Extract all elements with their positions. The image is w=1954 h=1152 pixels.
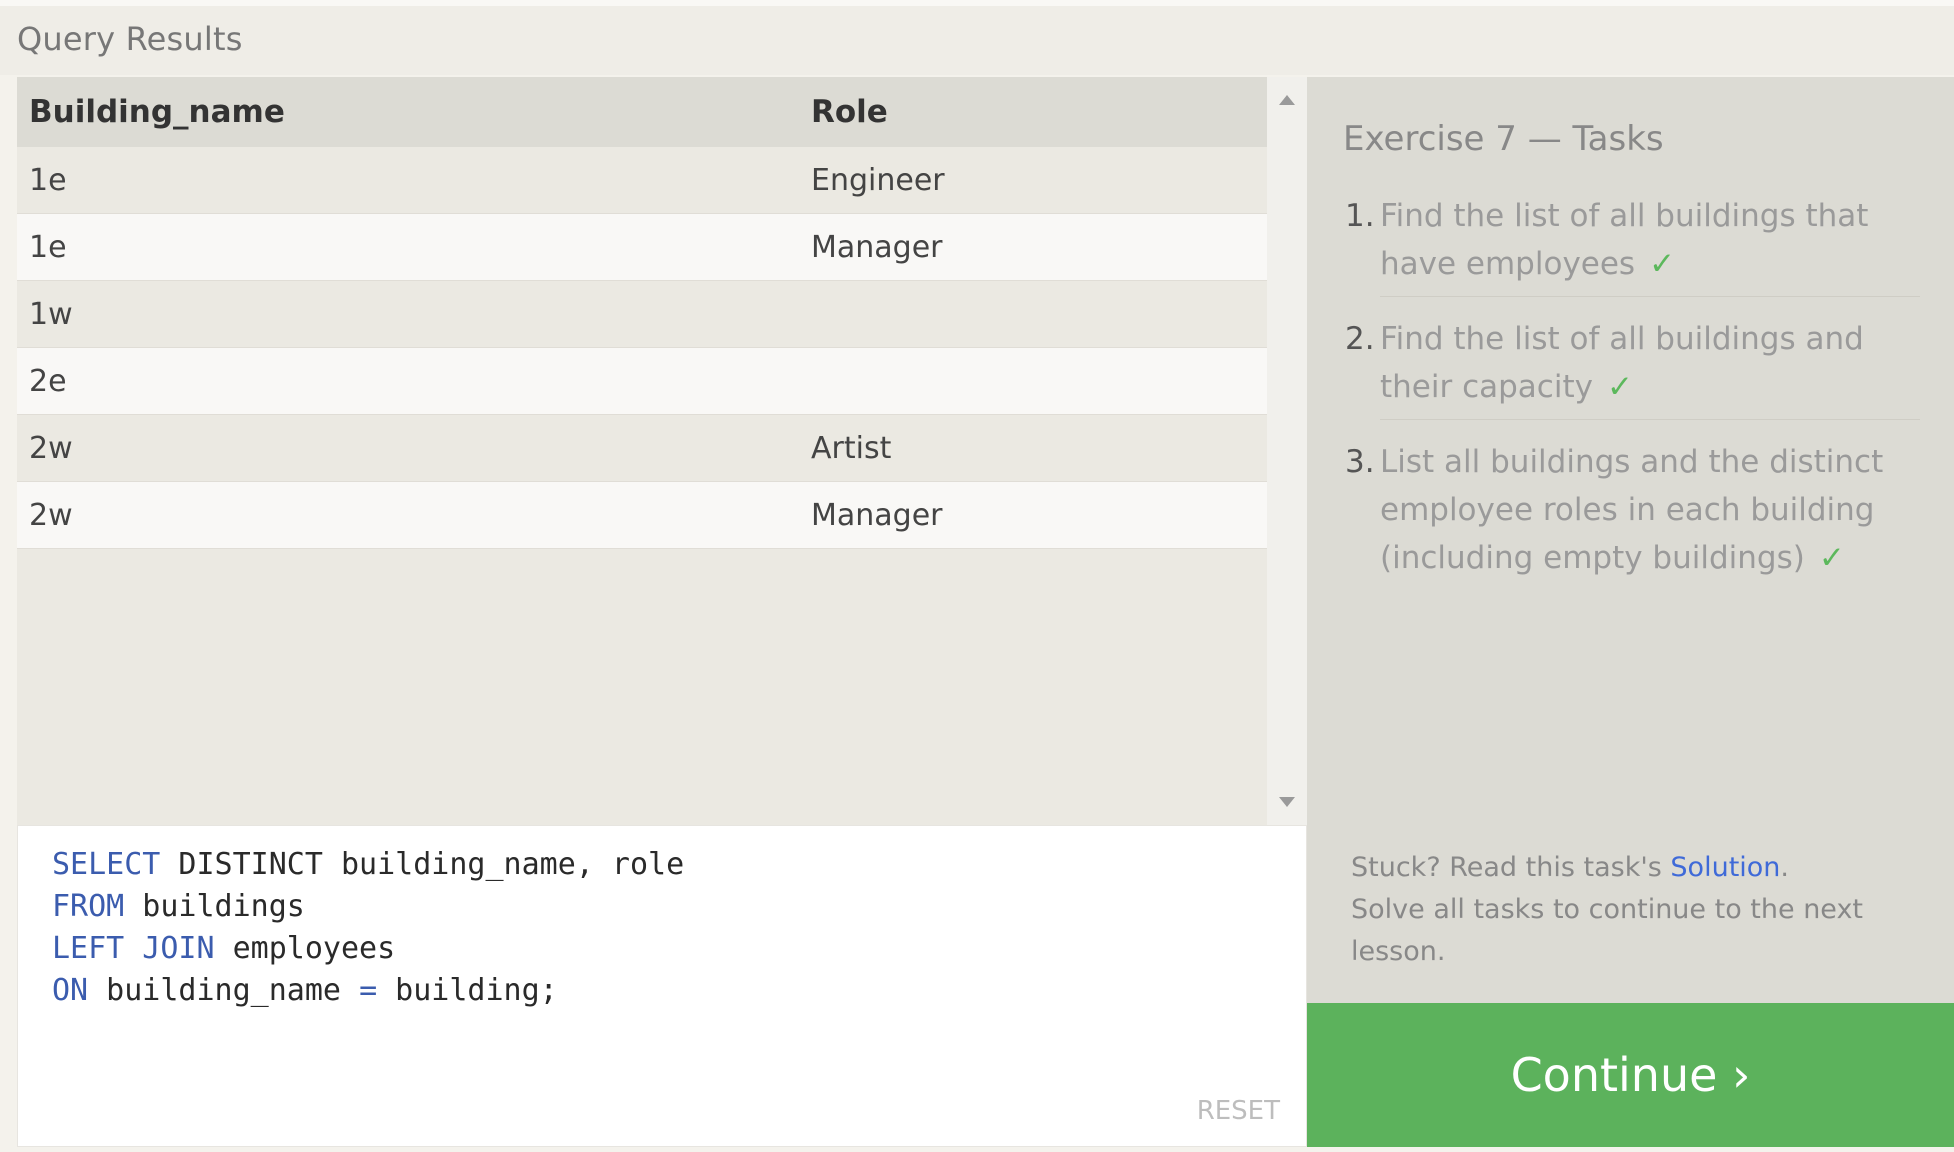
table-row: 2w Manager [17,482,1267,549]
cell-building-name: 2e [29,363,67,399]
task-text: List all buildings and the distinct empl… [1380,444,1884,576]
task-item: 3. List all buildings and the distinct e… [1345,438,1920,598]
cell-building-name: 2w [29,430,73,466]
checkmark-icon: ✓ [1649,246,1676,282]
reset-button[interactable]: RESET [1197,1096,1280,1126]
continue-button[interactable]: Continue › [1307,1003,1954,1147]
sql-text: DISTINCT building_name, role [160,847,685,882]
help-line-2: Solve all tasks to continue to the next … [1351,894,1864,967]
page-header: Query Results [0,0,1954,75]
code-line: ON building_name = building; [52,970,684,1012]
cell-role: Artist [811,430,892,466]
cell-role: Manager [811,229,943,265]
table-row: 1e Manager [17,214,1267,281]
sql-keyword: SELECT [52,847,161,882]
sql-text: buildings [124,889,305,924]
stuck-prefix: Stuck? Read this task's [1351,852,1671,883]
cell-role: Engineer [811,162,945,198]
cell-role: Manager [811,497,943,533]
task-text: Find the list of all buildings and their… [1380,315,1920,420]
cell-building-name: 1e [29,162,67,198]
sql-keyword: LEFT JOIN [52,931,215,966]
cell-building-name: 1e [29,229,67,265]
sql-text: building; [377,973,558,1008]
stuck-suffix: . [1780,852,1790,883]
task-number: 3. [1345,444,1375,480]
scroll-down-arrow-icon[interactable] [1267,787,1307,817]
task-number: 2. [1345,321,1375,357]
column-header-role: Role [811,94,888,130]
sql-keyword: FROM [52,889,125,924]
column-header-building-name: Building_name [29,94,285,130]
results-scrollbar[interactable] [1267,77,1307,825]
sql-editor[interactable]: SELECT DISTINCT building_name, role FROM … [17,825,1307,1147]
task-text: Find the list of all buildings that have… [1380,192,1920,297]
results-panel: Building_name Role 1e Engineer 1e Manage… [17,77,1307,825]
table-row: 1w [17,281,1267,348]
tasks-panel: Exercise 7 — Tasks 1. Find the list of a… [1307,77,1954,1003]
sql-keyword: ON [52,973,89,1008]
cell-building-name: 1w [29,296,73,332]
checkmark-icon: ✓ [1818,540,1845,576]
task-item: 1. Find the list of all buildings that h… [1345,192,1920,305]
sql-text: building_name [88,973,360,1008]
help-text: Stuck? Read this task's Solution. Solve … [1351,847,1911,973]
results-table: Building_name Role 1e Engineer 1e Manage… [17,77,1267,549]
page-title: Query Results [17,20,243,58]
code-line: FROM buildings [52,886,684,928]
task-number: 1. [1345,198,1375,234]
table-row: 2e [17,348,1267,415]
sql-code[interactable]: SELECT DISTINCT building_name, role FROM … [52,844,684,1012]
scroll-up-arrow-icon[interactable] [1267,85,1307,115]
task-list: 1. Find the list of all buildings that h… [1345,192,1920,608]
code-line: SELECT DISTINCT building_name, role [52,844,684,886]
tasks-title: Exercise 7 — Tasks [1343,119,1664,159]
checkmark-icon: ✓ [1606,369,1633,405]
sql-text: employees [214,931,396,966]
cell-building-name: 2w [29,497,73,533]
table-row: 1e Engineer [17,147,1267,214]
table-header-row: Building_name Role [17,77,1267,147]
table-row: 2w Artist [17,415,1267,482]
sql-keyword: = [359,973,378,1008]
code-line: LEFT JOIN employees [52,928,684,970]
solution-link[interactable]: Solution [1670,852,1780,883]
task-item: 2. Find the list of all buildings and th… [1345,315,1920,428]
